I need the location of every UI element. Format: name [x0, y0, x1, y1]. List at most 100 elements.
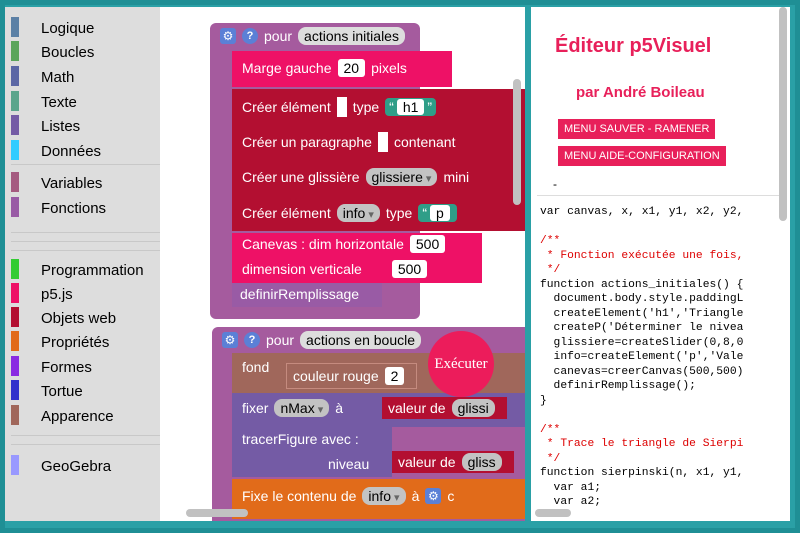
glissiere-dropdown[interactable]: glissi [451, 399, 495, 417]
block-label: valeur de [398, 454, 456, 470]
category-label: Texte [41, 93, 77, 111]
block-label: valeur de [388, 400, 446, 416]
category-color-swatch [11, 140, 19, 160]
glissiere-dropdown[interactable]: gliss [461, 453, 502, 471]
info-variable-dropdown[interactable]: info [336, 204, 380, 222]
block-label: à [335, 400, 344, 416]
workspace-horizontal-scrollbar[interactable] [186, 509, 248, 517]
toolbox-category-donn-es[interactable]: Données [5, 140, 160, 162]
toolbox-category-boucles[interactable]: Boucles [5, 41, 160, 63]
category-color-swatch [11, 41, 19, 61]
toolbox-separator [11, 164, 160, 165]
canvas-height-value[interactable]: 500 [391, 260, 428, 278]
category-label: Variables [41, 174, 103, 192]
toolbox-category-logique[interactable]: Logique [5, 17, 160, 39]
nmax-variable-dropdown[interactable]: nMax [274, 399, 330, 417]
category-label: Logique [41, 19, 95, 37]
code-line: */ [540, 264, 561, 276]
block-label: tracerFigure avec : [242, 431, 359, 447]
block-label: type [385, 205, 413, 221]
toolbox-category-objets-web[interactable]: Objets web [5, 307, 160, 329]
string-block[interactable]: “h1” [385, 98, 437, 116]
toolbox-category-apparence[interactable]: Apparence [5, 405, 160, 427]
toolbox-category-p5-js[interactable]: p5.js [5, 283, 160, 305]
info-variable-dropdown[interactable]: info [362, 487, 406, 505]
red-value[interactable]: 2 [384, 367, 405, 385]
toolbox-category-tortue[interactable]: Tortue [5, 380, 160, 402]
marge-value[interactable]: 20 [337, 59, 366, 77]
code-line: * Fonction exécutée une fois, [540, 249, 744, 262]
block-label: Fixe le contenu de [242, 488, 357, 504]
block-label: fond [242, 359, 270, 375]
gear-icon[interactable]: ⚙ [220, 28, 236, 44]
block-label: type [352, 99, 380, 115]
toolbox-separator [11, 232, 160, 233]
block-label: Créer une glissière [242, 169, 360, 185]
block-label: pixels [371, 60, 407, 76]
h1-value[interactable]: h1 [396, 99, 425, 115]
procedure-name-field[interactable]: actions initiales [298, 27, 405, 45]
block-label: Créer élément [242, 205, 331, 221]
toolbox-category-texte[interactable]: Texte [5, 91, 160, 113]
block-label: Marge gauche [242, 60, 332, 76]
category-color-swatch [11, 405, 19, 425]
category-label: Données [41, 142, 102, 160]
separator-dash: - [553, 177, 557, 191]
code-panel: Éditeur p5Visuel par André Boileau MENU … [531, 7, 790, 521]
help-icon[interactable]: ? [242, 28, 258, 44]
save-menu-button[interactable]: MENU SAUVER - RAMENER [558, 119, 716, 139]
code-line: function sierpinski(n, x1, y1, [540, 467, 744, 479]
toolbox-category-propri-t-s[interactable]: Propriétés [5, 331, 160, 353]
toolbox-category-formes[interactable]: Formes [5, 356, 160, 378]
block-label: à [411, 488, 420, 504]
category-label: Boucles [41, 43, 95, 61]
gear-icon[interactable]: ⚙ [222, 332, 238, 348]
block-label: definirRemplissage [240, 286, 360, 302]
author-label: par André Boileau [576, 84, 705, 101]
glissiere-variable-dropdown[interactable]: glissiere [365, 168, 438, 186]
category-color-swatch [11, 331, 19, 351]
category-color-swatch [11, 115, 19, 135]
category-label: Tortue [41, 382, 83, 400]
code-vertical-scrollbar[interactable] [779, 7, 787, 221]
help-icon[interactable]: ? [244, 332, 260, 348]
category-color-swatch [11, 259, 19, 279]
procedure-name-field[interactable]: actions en boucle [300, 331, 421, 349]
toolbox-category-listes[interactable]: Listes [5, 115, 160, 137]
divider [537, 195, 780, 196]
blocks-workspace[interactable]: ⚙ ? pour actions initiales Marge gauche … [160, 7, 525, 521]
help-config-menu-button[interactable]: MENU AIDE-CONFIGURATION [558, 146, 726, 166]
generated-code: var canvas, x, x1, y1, x2, y2, /** * Fon… [540, 205, 790, 510]
code-line: function actions_initiales() { [540, 278, 744, 291]
code-line: var a1; [540, 481, 602, 494]
category-color-swatch [11, 307, 19, 327]
gear-icon[interactable]: ⚙ [425, 488, 442, 504]
code-horizontal-scrollbar[interactable] [535, 509, 571, 517]
workspace-vertical-scrollbar[interactable] [513, 79, 521, 205]
canvas-width-value[interactable]: 500 [409, 235, 446, 253]
code-line: /** [540, 423, 561, 436]
block-label: pour [264, 28, 293, 44]
category-color-swatch [11, 356, 19, 376]
category-label: Formes [41, 358, 92, 376]
toolbox-category-programmation[interactable]: Programmation [5, 259, 160, 281]
code-line: glissiere=createSlider(0,8,0 [540, 336, 744, 349]
block-label: mini [443, 169, 470, 185]
category-color-swatch [11, 17, 19, 37]
toolbox: Logique Boucles Math Texte Listes Données Vari… [5, 7, 160, 521]
toolbox-separator [11, 241, 160, 242]
toolbox-category-variables[interactable]: Variables [5, 172, 160, 194]
code-line: info=createElement('p','Vale [540, 351, 744, 363]
code-line: definirRemplissage(); [540, 380, 696, 392]
toolbox-category-fonctions[interactable]: Fonctions [5, 197, 160, 219]
code-line: /** [540, 235, 561, 247]
category-color-swatch [11, 66, 19, 86]
string-block[interactable]: “p [418, 204, 457, 222]
page-title: Éditeur p5Visuel [555, 35, 712, 57]
toolbox-category-geogebra[interactable]: GeoGebra [5, 455, 160, 477]
toolbox-category-math[interactable]: Math [5, 66, 160, 88]
category-color-swatch [11, 455, 19, 475]
execute-button[interactable]: Exécuter [428, 331, 494, 397]
p-value[interactable]: p [430, 205, 450, 221]
